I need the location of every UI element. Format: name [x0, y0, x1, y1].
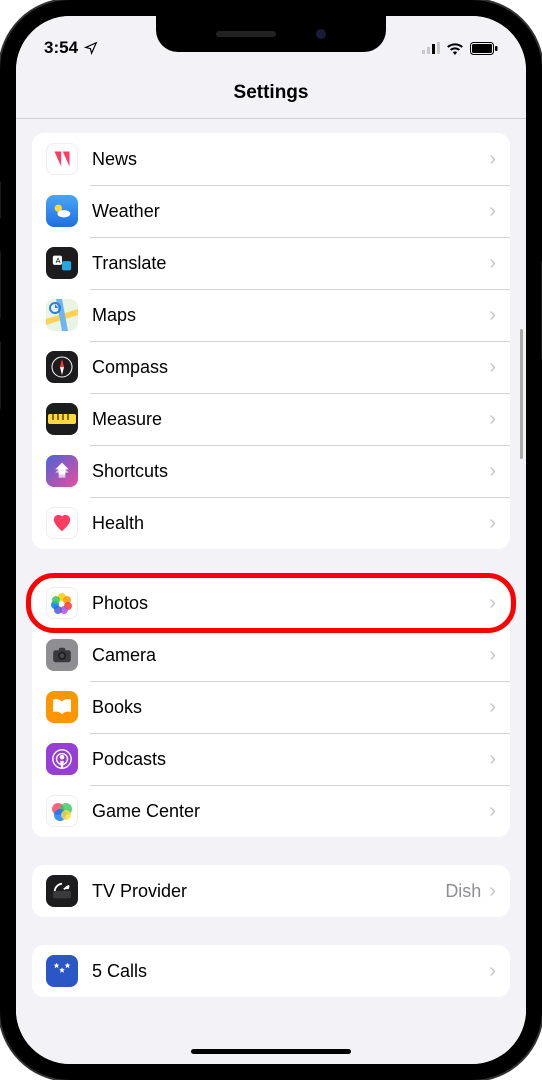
settings-group: Photos › Camera › Books › [32, 577, 510, 837]
tvprovider-icon [46, 875, 78, 907]
chevron-right-icon: › [489, 460, 496, 483]
row-podcasts[interactable]: Podcasts › [32, 733, 510, 785]
chevron-right-icon: › [489, 644, 496, 667]
settings-group: News › Weather › A Translate › [32, 133, 510, 549]
row-translate[interactable]: A Translate › [32, 237, 510, 289]
row-label: TV Provider [92, 881, 445, 902]
chevron-right-icon: › [489, 148, 496, 171]
chevron-right-icon: › [489, 200, 496, 223]
row-5calls[interactable]: 5 Calls › [32, 945, 510, 997]
row-gamecenter[interactable]: Game Center › [32, 785, 510, 837]
camera-icon [46, 639, 78, 671]
compass-icon [46, 351, 78, 383]
row-shortcuts[interactable]: Shortcuts › [32, 445, 510, 497]
chevron-right-icon: › [489, 304, 496, 327]
row-label: Shortcuts [92, 461, 489, 482]
chevron-right-icon: › [489, 512, 496, 535]
weather-icon [46, 195, 78, 227]
gamecenter-icon [46, 795, 78, 827]
scrollbar[interactable] [520, 329, 523, 459]
settings-list[interactable]: News › Weather › A Translate › [16, 119, 526, 1064]
chevron-right-icon: › [489, 960, 496, 983]
chevron-right-icon: › [489, 356, 496, 379]
row-maps[interactable]: Maps › [32, 289, 510, 341]
chevron-right-icon: › [489, 748, 496, 771]
row-label: News [92, 149, 489, 170]
maps-icon [46, 299, 78, 331]
chevron-right-icon: › [489, 696, 496, 719]
chevron-right-icon: › [489, 800, 496, 823]
device-frame: 3:54 [0, 0, 542, 1080]
volume-up-button [0, 250, 1, 320]
chevron-right-icon: › [489, 592, 496, 615]
row-health[interactable]: Health › [32, 497, 510, 549]
row-weather[interactable]: Weather › [32, 185, 510, 237]
chevron-right-icon: › [489, 880, 496, 903]
row-label: Compass [92, 357, 489, 378]
row-value: Dish [445, 881, 481, 902]
row-label: Translate [92, 253, 489, 274]
row-label: Maps [92, 305, 489, 326]
svg-text:A: A [56, 256, 61, 265]
row-label: Photos [92, 593, 489, 614]
status-time: 3:54 [44, 38, 78, 58]
row-label: Camera [92, 645, 489, 666]
settings-group: TV Provider Dish › [32, 865, 510, 917]
row-compass[interactable]: Compass › [32, 341, 510, 393]
health-icon [46, 507, 78, 539]
row-label: Weather [92, 201, 489, 222]
row-label: Measure [92, 409, 489, 430]
shortcuts-icon [46, 455, 78, 487]
row-label: Books [92, 697, 489, 718]
row-measure[interactable]: Measure › [32, 393, 510, 445]
notch [156, 16, 386, 52]
front-camera [316, 29, 326, 39]
podcasts-icon [46, 743, 78, 775]
measure-icon [46, 403, 78, 435]
cell-signal-icon [422, 42, 440, 54]
row-camera[interactable]: Camera › [32, 629, 510, 681]
speaker-grille [216, 31, 276, 37]
row-label: Health [92, 513, 489, 534]
mute-switch [0, 180, 1, 220]
row-tvprovider[interactable]: TV Provider Dish › [32, 865, 510, 917]
translate-icon: A [46, 247, 78, 279]
battery-icon [470, 42, 498, 55]
photos-icon [46, 587, 78, 619]
row-label: 5 Calls [92, 961, 489, 982]
page-title: Settings [16, 82, 526, 104]
home-indicator[interactable] [191, 1049, 351, 1054]
row-label: Game Center [92, 801, 489, 822]
volume-down-button [0, 340, 1, 410]
row-photos[interactable]: Photos › [32, 577, 510, 629]
books-icon [46, 691, 78, 723]
5calls-icon [46, 955, 78, 987]
row-news[interactable]: News › [32, 133, 510, 185]
chevron-right-icon: › [489, 408, 496, 431]
screen: 3:54 [16, 16, 526, 1064]
location-arrow-icon [84, 41, 98, 55]
wifi-icon [446, 42, 464, 55]
row-label: Podcasts [92, 749, 489, 770]
news-icon [46, 143, 78, 175]
row-books[interactable]: Books › [32, 681, 510, 733]
chevron-right-icon: › [489, 252, 496, 275]
settings-group: 5 Calls › [32, 945, 510, 997]
nav-header: Settings [16, 66, 526, 119]
